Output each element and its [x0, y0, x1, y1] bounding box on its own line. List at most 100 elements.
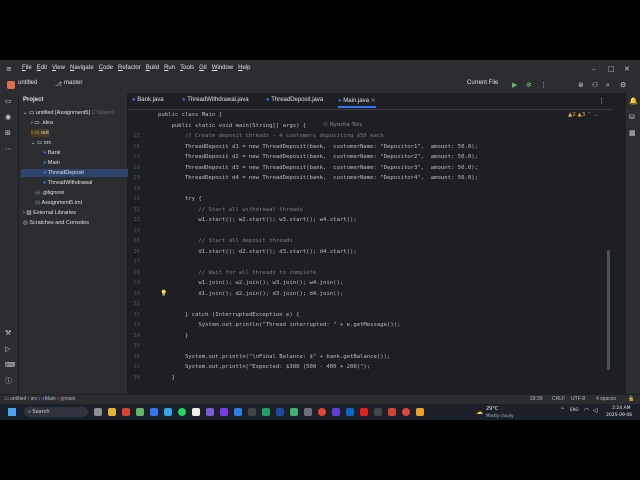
- app-icon-3[interactable]: [136, 408, 144, 416]
- run-tool-icon[interactable]: ▷: [5, 345, 10, 353]
- project-panel-title[interactable]: Project: [23, 96, 43, 104]
- code-line[interactable]: ThreadDeposit d3 = new ThreadDeposit(ban…: [158, 165, 478, 171]
- app-icon-6[interactable]: [178, 408, 186, 416]
- code-line[interactable]: System.out.println("Expected: $300 (500 …: [158, 364, 370, 370]
- code-editor[interactable]: ▲2 ▲3 ⌃ ⌄ public class Main { public sta…: [128, 110, 612, 394]
- account-icon[interactable]: ⚇: [592, 81, 598, 89]
- search-icon[interactable]: ⌕: [606, 81, 610, 89]
- tree-item-scratches[interactable]: ◎ Scratches and Consoles: [23, 219, 89, 227]
- tab-threaddeposit[interactable]: ● ThreadDeposit.java: [266, 97, 323, 103]
- app-icon-2[interactable]: [122, 408, 130, 416]
- app-icon-19[interactable]: [360, 408, 368, 416]
- code-line[interactable]: System.out.println("Thread interrupted: …: [158, 322, 400, 328]
- code-line[interactable]: } catch (InterruptedException e) {: [158, 312, 300, 318]
- tree-item-bank[interactable]: ● Bank: [43, 149, 60, 157]
- tab-main[interactable]: ● Main.java ✕: [338, 97, 376, 108]
- app-icon-1[interactable]: [108, 408, 116, 416]
- app-icon-11[interactable]: [248, 408, 256, 416]
- taskbar-search[interactable]: ⌕ Search: [24, 407, 88, 417]
- menu-item[interactable]: Code: [99, 65, 113, 71]
- tree-item-external-libraries[interactable]: › ▥ External Libraries: [23, 209, 76, 217]
- tree-root[interactable]: ⌄ ▭ untitled [Assignment5] C:\Users\: [23, 109, 114, 117]
- menu-item[interactable]: Tools: [180, 65, 194, 71]
- line-separator[interactable]: CRLF: [552, 396, 565, 402]
- run-config-selector[interactable]: Current File: [467, 80, 498, 86]
- file-encoding[interactable]: UTF-8: [571, 396, 585, 402]
- menu-item[interactable]: Navigate: [70, 65, 94, 71]
- app-icon-14[interactable]: [290, 408, 298, 416]
- tab-close-icon[interactable]: ✕: [371, 98, 376, 104]
- tree-item-src[interactable]: ⌄ ▭ src: [31, 139, 51, 147]
- code-line[interactable]: }: [158, 375, 174, 381]
- code-line[interactable]: w1.join(); w2.join(); w3.join(); w4.join…: [158, 280, 343, 286]
- code-line[interactable]: // Start all withdrawal threads: [158, 207, 302, 213]
- app-icon-12[interactable]: [262, 408, 270, 416]
- menu-item[interactable]: Window: [212, 65, 233, 71]
- code-line[interactable]: ThreadDeposit d2 = new ThreadDeposit(ban…: [158, 154, 478, 160]
- close-icon[interactable]: ✕: [624, 65, 630, 73]
- tab-threadwithdrawal[interactable]: ● ThreadWithdrawal.java: [182, 97, 249, 103]
- code-line[interactable]: w1.start(); w2.start(); w3.start(); w4.s…: [158, 217, 356, 223]
- app-icon-4[interactable]: [150, 408, 158, 416]
- menu-item[interactable]: Git: [199, 65, 207, 71]
- more-icon[interactable]: ⋮: [540, 81, 547, 89]
- code-line[interactable]: ThreadDeposit d4 = new ThreadDeposit(ban…: [158, 175, 478, 181]
- tree-item-idea[interactable]: › ▭ .idea: [31, 119, 53, 127]
- problems-icon[interactable]: ⓘ: [5, 377, 12, 385]
- menu-item[interactable]: Refactor: [118, 65, 141, 71]
- code-line[interactable]: // Wait for all threads to complete: [158, 270, 316, 276]
- app-icon-15[interactable]: [304, 408, 312, 416]
- editor-scrollbar[interactable]: [607, 250, 610, 370]
- tree-item-iml[interactable]: ▤ Assignment5.iml: [35, 199, 82, 207]
- weather-icon[interactable]: ☁: [476, 408, 483, 416]
- clock-time[interactable]: 2:24 AM: [612, 406, 631, 411]
- code-line[interactable]: }: [158, 333, 188, 339]
- weather-temp[interactable]: 29°C: [486, 406, 498, 412]
- tree-item-out[interactable]: › ▭ out: [31, 129, 49, 137]
- debug-icon[interactable]: ✻: [526, 81, 532, 89]
- app-icon-10[interactable]: [234, 408, 242, 416]
- menu-item[interactable]: Edit: [37, 65, 47, 71]
- tab-bank[interactable]: ● Bank.java: [132, 97, 164, 103]
- settings-icon[interactable]: ⚙: [620, 81, 626, 89]
- gradle-icon[interactable]: ▦: [629, 129, 636, 137]
- task-view-icon[interactable]: [94, 408, 102, 416]
- code-line[interactable]: public static void main(String[] args) {: [158, 123, 306, 129]
- tree-item-main[interactable]: ● Main: [43, 159, 60, 167]
- language-indicator[interactable]: ENG: [570, 407, 579, 412]
- app-icon-20[interactable]: [374, 408, 382, 416]
- tab-options-icon[interactable]: ⋮: [598, 97, 605, 105]
- tree-item-threadwithdrawal[interactable]: ● ThreadWithdrawal: [43, 179, 92, 187]
- ai-icon[interactable]: ⊛: [578, 81, 584, 89]
- code-line[interactable]: public class Main {: [158, 112, 222, 118]
- inspection-widget[interactable]: ▲2 ▲3 ⌃ ⌄: [568, 112, 598, 118]
- menu-item[interactable]: Run: [164, 65, 175, 71]
- code-line[interactable]: ThreadDeposit d1 = new ThreadDeposit(ban…: [158, 144, 478, 150]
- app-icon-16[interactable]: [318, 408, 326, 416]
- menu-item[interactable]: File: [22, 65, 32, 71]
- code-line[interactable]: try {: [158, 196, 202, 202]
- code-line[interactable]: // Create deposit threads - 4 customers …: [158, 133, 384, 139]
- code-line[interactable]: System.out.println("\nFinal Balance: $" …: [158, 354, 390, 360]
- tray-chevron-icon[interactable]: ⌃: [560, 407, 565, 414]
- project-selector[interactable]: untitled: [18, 80, 37, 86]
- wifi-icon[interactable]: ◠: [584, 407, 589, 414]
- menu-item[interactable]: Help: [238, 65, 250, 71]
- hamburger-icon[interactable]: ≡: [6, 65, 12, 73]
- clock-date[interactable]: 2025-09-06: [606, 413, 632, 418]
- app-icon-13[interactable]: [276, 408, 284, 416]
- volume-icon[interactable]: ◁: [593, 407, 598, 414]
- app-icon-7[interactable]: [192, 408, 200, 416]
- code-line[interactable]: // Start all deposit threads: [158, 238, 292, 244]
- code-line[interactable]: d1.join(); d2.join(); d3.join(); d4.join…: [158, 291, 343, 297]
- menu-item[interactable]: Build: [146, 65, 159, 71]
- commit-icon[interactable]: ◉: [5, 113, 11, 121]
- tree-item-threaddeposit[interactable]: ● ThreadDeposit: [21, 169, 143, 177]
- menu-item[interactable]: View: [52, 65, 65, 71]
- maximize-icon[interactable]: □: [608, 65, 615, 73]
- app-icon-5[interactable]: [164, 408, 172, 416]
- database-icon[interactable]: ⛁: [629, 113, 635, 121]
- structure-icon[interactable]: ⊞: [5, 129, 11, 137]
- run-icon[interactable]: ▶: [512, 81, 517, 89]
- terminal-icon[interactable]: ⌨: [5, 361, 15, 369]
